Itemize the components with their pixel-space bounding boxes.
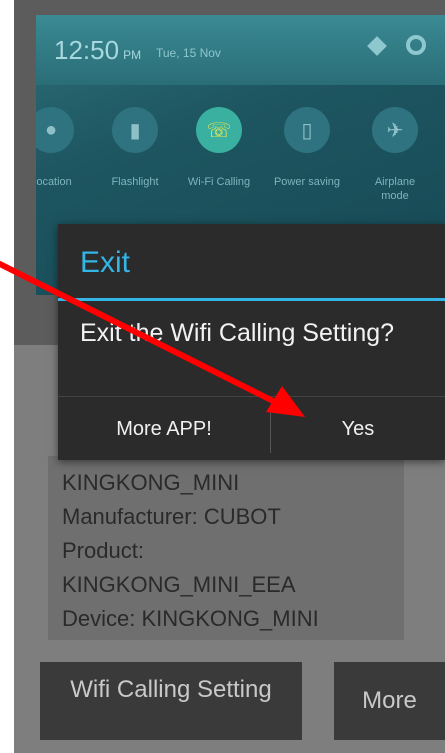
more-app-button[interactable]: More APP! bbox=[58, 397, 270, 461]
qs-label-power-saving: Power saving bbox=[273, 176, 341, 188]
clock: 12:50 PM bbox=[54, 35, 142, 65]
date-text: Tue, 15 Nov bbox=[156, 46, 221, 60]
exit-dialog: Exit Exit the Wifi Calling Setting? More… bbox=[58, 224, 445, 460]
qs-label-location: Location bbox=[36, 176, 72, 188]
qs-label-airplane: Airplane mode bbox=[374, 176, 416, 202]
device-info-model: KINGKONG_MINI bbox=[62, 470, 240, 495]
qs-label-wifi-calling: Wi-Fi Calling bbox=[187, 176, 251, 188]
yes-button[interactable]: Yes bbox=[271, 397, 445, 461]
gear-icon bbox=[406, 35, 426, 55]
qs-label-flashlight: Flashlight bbox=[111, 176, 159, 188]
more-button[interactable]: More bbox=[334, 662, 445, 740]
dialog-title: Exit bbox=[80, 246, 131, 279]
location-pin-icon: ● bbox=[36, 107, 74, 153]
phone-screen: 12:50PM Tue, 15 Nov ● ▮ ☏ ▯ ✈ Location F… bbox=[14, 0, 445, 753]
wifi-calling-icon: ☏ bbox=[196, 107, 242, 153]
flashlight-icon: ▮ bbox=[112, 107, 158, 153]
dialog-message: Exit the Wifi Calling Setting? bbox=[80, 319, 395, 347]
device-info-manufacturer: Manufacturer: CUBOT bbox=[62, 504, 281, 529]
battery-icon: ▯ bbox=[284, 107, 330, 153]
dialog-divider bbox=[58, 298, 445, 301]
device-info-device: Device: KINGKONG_MINI bbox=[62, 606, 319, 631]
device-info-product-label: Product: bbox=[62, 538, 144, 563]
airplane-icon: ✈ bbox=[372, 107, 418, 153]
dialog-button-bar: More APP! Yes bbox=[58, 396, 445, 461]
wifi-calling-setting-button[interactable]: Wifi Calling Setting bbox=[40, 662, 302, 740]
device-info-product: KINGKONG_MINI_EEA bbox=[62, 572, 296, 597]
